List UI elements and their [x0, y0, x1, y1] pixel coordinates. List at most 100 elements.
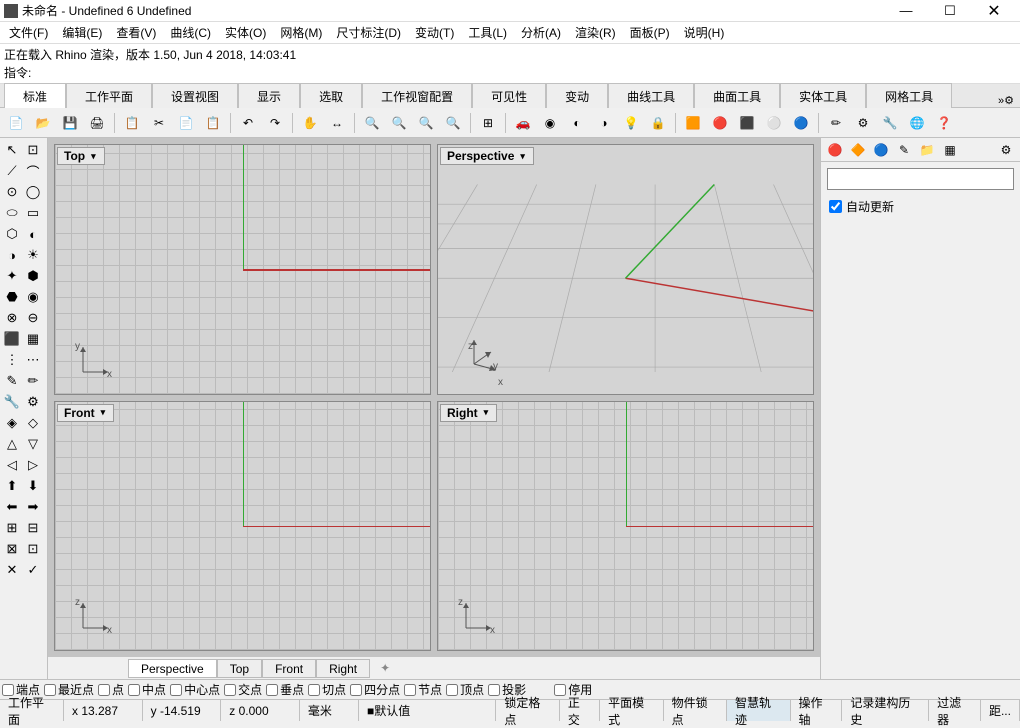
toolbar-tab[interactable]: 工作平面 [66, 83, 152, 108]
side-tool-button[interactable]: ⟋ [2, 161, 22, 181]
toolbar-tab[interactable]: 选取 [300, 83, 362, 108]
toolbar-button[interactable]: ◐ [565, 111, 589, 135]
side-tool-button[interactable]: ◁ [2, 455, 22, 475]
side-tool-button[interactable]: ◈ [2, 413, 22, 433]
status-toggle[interactable]: 锁定格点 [496, 700, 559, 721]
toolbar-button[interactable]: ↶ [236, 111, 260, 135]
status-toggle[interactable]: 正交 [560, 700, 600, 721]
auto-update-checkbox[interactable]: 自动更新 [829, 198, 1012, 215]
status-toggle[interactable]: 操作轴 [791, 700, 843, 721]
side-tool-button[interactable]: ⊗ [2, 308, 22, 328]
viewport-front[interactable]: Front ▾ x z [54, 401, 431, 652]
viewport-perspective[interactable]: Perspective ▾ x y z [437, 144, 814, 395]
side-tool-button[interactable]: ✎ [2, 371, 22, 391]
side-tool-button[interactable]: ⬛ [2, 329, 22, 349]
toolbar-button[interactable]: 🔍 [441, 111, 465, 135]
toolbar-button[interactable]: 🔧 [878, 111, 902, 135]
side-tool-button[interactable]: ⊡ [23, 140, 43, 160]
osnap-item[interactable]: 点 [98, 681, 124, 698]
expand-tabs-button[interactable]: »⚙ [992, 94, 1020, 107]
viewport-title[interactable]: Right ▾ [440, 404, 497, 422]
viewport-dropdown-icon[interactable]: ▾ [99, 407, 108, 418]
side-tool-button[interactable]: ⬢ [23, 266, 43, 286]
side-tool-button[interactable]: △ [2, 434, 22, 454]
menu-item[interactable]: 说明(H) [677, 24, 732, 41]
osnap-item[interactable]: 顶点 [446, 681, 484, 698]
texture-icon[interactable]: 🔶 [848, 140, 868, 160]
menu-item[interactable]: 渲染(R) [568, 24, 623, 41]
auto-update-input[interactable] [829, 200, 842, 213]
toolbar-button[interactable]: 🟧 [681, 111, 705, 135]
status-toggle[interactable]: 智慧轨迹 [727, 700, 790, 721]
osnap-item[interactable]: 中心点 [170, 681, 220, 698]
toolbar-button[interactable]: 🖨 [85, 111, 109, 135]
toolbar-tab[interactable]: 可见性 [472, 83, 546, 108]
side-tool-button[interactable]: ⬡ [2, 224, 22, 244]
menu-item[interactable]: 网格(M) [273, 24, 329, 41]
menu-item[interactable]: 变动(T) [408, 24, 461, 41]
viewport-tab[interactable]: Top [217, 659, 262, 678]
toolbar-button[interactable]: 💾 [58, 111, 82, 135]
toolbar-button[interactable]: ⚪ [762, 111, 786, 135]
side-tool-button[interactable]: ◐ [23, 224, 43, 244]
menu-item[interactable]: 曲线(C) [163, 24, 218, 41]
toolbar-button[interactable]: ◉ [538, 111, 562, 135]
gear-icon[interactable]: ⚙ [996, 140, 1016, 160]
side-tool-button[interactable]: ◑ [2, 245, 22, 265]
osnap-item[interactable]: 切点 [308, 681, 346, 698]
close-button[interactable]: ✕ [972, 1, 1016, 21]
osnap-item[interactable]: 垂点 [266, 681, 304, 698]
side-tool-button[interactable]: ⊟ [23, 518, 43, 538]
toolbar-button[interactable]: 🔴 [708, 111, 732, 135]
side-tool-button[interactable]: ↖ [2, 140, 22, 160]
toolbar-button[interactable]: 📂 [31, 111, 55, 135]
status-toggle[interactable]: 记录建构历史 [842, 700, 929, 721]
viewport-tab[interactable]: Perspective [128, 659, 217, 678]
side-tool-button[interactable]: 🔧 [2, 392, 22, 412]
toolbar-button[interactable]: ✏ [824, 111, 848, 135]
side-tool-button[interactable]: ◉ [23, 287, 43, 307]
osnap-item[interactable]: 中点 [128, 681, 166, 698]
menu-item[interactable]: 工具(L) [461, 24, 514, 41]
toolbar-tab[interactable]: 变动 [546, 83, 608, 108]
panel-search-input[interactable] [827, 168, 1014, 190]
side-tool-button[interactable]: ▭ [23, 203, 43, 223]
toolbar-button[interactable]: 🔍 [360, 111, 384, 135]
side-tool-button[interactable]: ✕ [2, 560, 22, 580]
toolbar-button[interactable]: 📋 [201, 111, 225, 135]
side-tool-button[interactable]: ⬭ [2, 203, 22, 223]
status-toggle[interactable]: 平面模式 [600, 700, 663, 721]
toolbar-button[interactable]: ⊞ [476, 111, 500, 135]
side-tool-button[interactable]: ➡ [23, 497, 43, 517]
menu-item[interactable]: 查看(V) [109, 24, 163, 41]
side-tool-button[interactable]: ⊖ [23, 308, 43, 328]
toolbar-button[interactable]: ⬛ [735, 111, 759, 135]
menu-item[interactable]: 分析(A) [514, 24, 568, 41]
side-tool-button[interactable]: ⚙ [23, 392, 43, 412]
menu-item[interactable]: 实体(O) [218, 24, 273, 41]
toolbar-button[interactable]: ↷ [263, 111, 287, 135]
toolbar-button[interactable]: 📄 [4, 111, 28, 135]
side-tool-button[interactable]: ⊞ [2, 518, 22, 538]
toolbar-button[interactable]: 📄 [174, 111, 198, 135]
toolbar-button[interactable]: ✂ [147, 111, 171, 135]
status-toggle[interactable]: 物件锁点 [664, 700, 727, 721]
toolbar-button[interactable]: ↔ [325, 111, 349, 135]
osnap-item[interactable]: 节点 [404, 681, 442, 698]
viewport-title[interactable]: Top ▾ [57, 147, 105, 165]
side-tool-button[interactable]: ☀ [23, 245, 43, 265]
menu-item[interactable]: 文件(F) [2, 24, 55, 41]
toolbar-tab[interactable]: 曲面工具 [694, 83, 780, 108]
toolbar-button[interactable]: 🌐 [905, 111, 929, 135]
side-tool-button[interactable]: ✦ [2, 266, 22, 286]
status-toggle[interactable]: 过滤器 [929, 700, 981, 721]
toolbar-button[interactable]: ⚙ [851, 111, 875, 135]
side-tool-button[interactable]: ◯ [23, 182, 43, 202]
add-viewport-tab[interactable]: ✦ [370, 661, 400, 675]
toolbar-tab[interactable]: 工作视窗配置 [362, 83, 472, 108]
toolbar-button[interactable]: 🔍 [414, 111, 438, 135]
side-tool-button[interactable]: ⬅ [2, 497, 22, 517]
side-tool-button[interactable]: ⌒ [23, 161, 43, 181]
toolbar-button[interactable]: ✋ [298, 111, 322, 135]
viewport-title[interactable]: Perspective ▾ [440, 147, 534, 165]
